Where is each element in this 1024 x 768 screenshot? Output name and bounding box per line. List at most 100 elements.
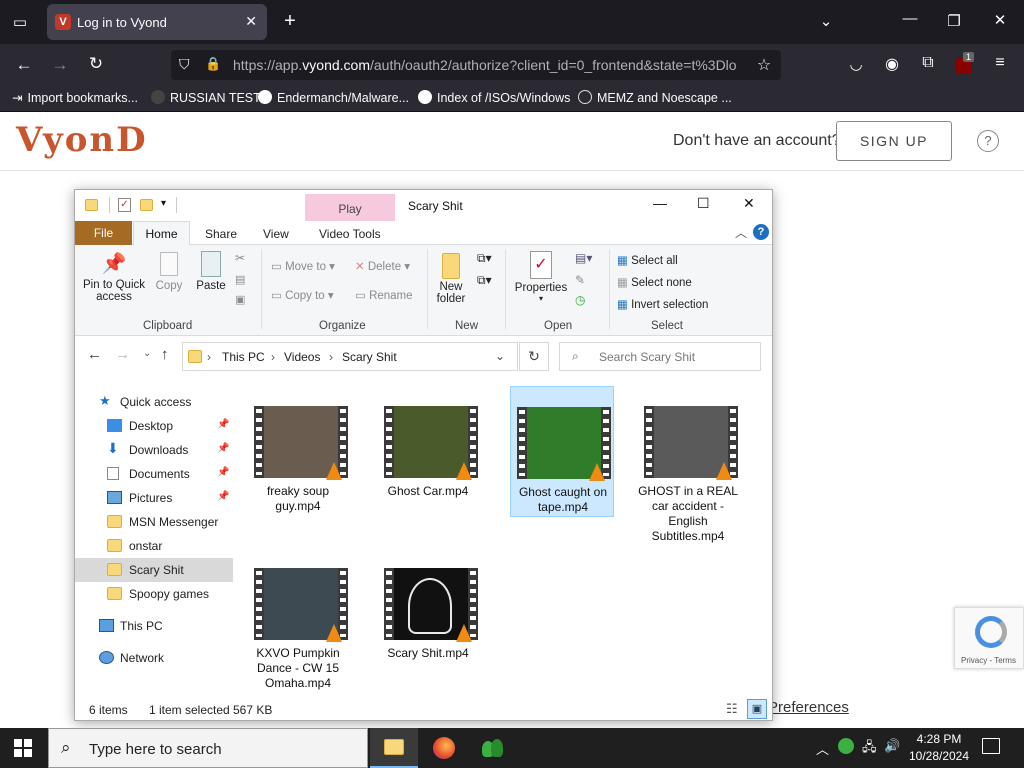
invert-selection-button[interactable]: ▦ Invert selection	[617, 297, 708, 311]
address-bar[interactable]: › This PC › Videos › Scary Shit ⌄	[182, 342, 518, 371]
minimize-icon[interactable]: —	[653, 195, 667, 211]
copy-to-button[interactable]: ▭ Copy to ▾	[271, 288, 334, 302]
lock-icon[interactable]: 🔒	[205, 56, 221, 72]
tab-list-icon[interactable]: ▭	[10, 13, 30, 31]
breadcrumb-videos[interactable]: Videos	[284, 350, 320, 364]
bookmark-star-icon[interactable]: ☆	[754, 55, 774, 75]
maximize-icon[interactable]: ☐	[697, 195, 710, 212]
recaptcha-terms[interactable]: Privacy - Terms	[961, 656, 1016, 665]
breadcrumb-scary-shit[interactable]: Scary Shit	[342, 350, 397, 364]
nav-scary-shit[interactable]: Scary Shit	[75, 558, 233, 582]
tab-video-tools[interactable]: Video Tools	[319, 227, 381, 241]
taskbar-search[interactable]: ⌕ Type here to search	[48, 728, 368, 768]
bookmark-endermanch[interactable]: Endermanch/Malware...	[258, 90, 409, 105]
close-tab-icon[interactable]: ✕	[245, 13, 257, 30]
new-item-icon[interactable]: ⧉▾	[477, 251, 492, 266]
tracking-shield-icon[interactable]: ⛉	[179, 56, 190, 73]
copy-button[interactable]: Copy	[153, 249, 185, 292]
file-item[interactable]: Ghost Car.mp4	[376, 398, 480, 518]
breadcrumb-this-pc[interactable]: This PC	[222, 350, 265, 364]
rename-button[interactable]: ▭ Rename	[355, 288, 413, 302]
volume-icon[interactable]: 🔊	[884, 738, 900, 754]
notifications-icon[interactable]	[982, 738, 1000, 754]
tab-share[interactable]: Share	[205, 227, 237, 241]
url-text[interactable]: https://app.vyond.com/auth/oauth2/author…	[233, 57, 773, 73]
delete-button[interactable]: ✕ Delete ▾	[355, 259, 410, 273]
list-all-tabs-icon[interactable]: ⌄	[816, 12, 836, 30]
bookmark-isos[interactable]: Index of /ISOs/Windows	[418, 90, 570, 105]
firefox-icon[interactable]	[433, 737, 455, 759]
close-icon[interactable]: ✕	[743, 195, 755, 212]
forward-icon[interactable]: →	[115, 346, 130, 363]
browser-tab[interactable]: V Log in to Vyond ✕	[47, 4, 267, 40]
easy-access-icon[interactable]: ⧉▾	[477, 273, 492, 288]
tab-file[interactable]: File	[75, 221, 132, 245]
edit-icon[interactable]: ✎	[575, 273, 585, 287]
paste-button[interactable]: Paste	[193, 249, 229, 292]
refresh-icon[interactable]: ↻	[519, 342, 549, 371]
taskbar-file-explorer[interactable]	[370, 728, 418, 768]
file-item[interactable]: freaky soup guy.mp4	[246, 398, 350, 518]
help-icon[interactable]: ?	[753, 224, 769, 240]
sign-up-button[interactable]: SIGN UP	[836, 121, 952, 161]
tab-home[interactable]: Home	[133, 221, 190, 246]
search-box[interactable]: ⌕ Search Scary Shit	[559, 342, 761, 371]
pocket-icon[interactable]: ◡	[846, 55, 866, 73]
file-item-selected[interactable]: Ghost caught on tape.mp4	[510, 386, 614, 517]
close-window-icon[interactable]: ✕	[990, 11, 1010, 29]
file-item[interactable]: KXVO Pumpkin Dance - CW 15 Omaha.mp4	[246, 560, 350, 690]
copy-path-icon[interactable]: ▤	[235, 273, 245, 286]
collapse-ribbon-icon[interactable]: ︿	[735, 224, 747, 241]
windows-start-icon[interactable]	[14, 739, 32, 757]
pin-quick-access-button[interactable]: 📌 Pin to Quick access	[81, 249, 147, 303]
network-tray-icon[interactable]: 🖧	[862, 738, 877, 760]
paste-shortcut-icon[interactable]: ▣	[235, 293, 245, 306]
taskbar-clock[interactable]: 4:28 PM 10/28/2024	[904, 731, 974, 765]
help-icon[interactable]: ?	[977, 130, 999, 152]
history-icon[interactable]: ◷	[575, 293, 585, 307]
bookmark-import[interactable]: ⇥ Import bookmarks...	[12, 90, 138, 105]
nav-desktop[interactable]: Desktop 📌	[75, 414, 233, 438]
account-icon[interactable]: ◉	[882, 54, 902, 74]
menu-icon[interactable]: ≡	[990, 54, 1010, 72]
cut-icon[interactable]: ✂	[235, 251, 245, 265]
nav-onstar[interactable]: onstar	[75, 534, 233, 558]
vyond-logo[interactable]: VyonD	[16, 120, 148, 160]
nav-spoopy-games[interactable]: Spoopy games	[75, 582, 233, 606]
address-history-icon[interactable]: ⌄	[495, 349, 505, 363]
back-icon[interactable]: ←	[87, 346, 102, 363]
new-folder-button[interactable]: New folder	[431, 249, 471, 305]
explorer-title-bar[interactable]: ✓ ▾ Play Scary Shit — ☐ ✕	[75, 190, 772, 221]
nav-pictures[interactable]: Pictures 📌	[75, 486, 233, 510]
ublock-icon[interactable]: 1	[954, 52, 975, 74]
bookmark-memz[interactable]: MEMZ and Noescape ...	[578, 90, 732, 105]
new-tab-icon[interactable]: +	[280, 10, 300, 33]
preferences-link[interactable]: Preferences	[768, 699, 849, 716]
show-hidden-icons[interactable]: ︿	[816, 739, 829, 758]
file-item[interactable]: GHOST in a REAL car accident - English S…	[636, 398, 740, 548]
msn-tray-icon[interactable]	[838, 738, 854, 754]
new-folder-qa-icon[interactable]	[140, 199, 153, 211]
bookmark-russian-test[interactable]: RUSSIAN TEST	[151, 90, 261, 105]
nav-documents[interactable]: Documents 📌	[75, 462, 233, 486]
nav-quick-access[interactable]: ★ Quick access	[75, 390, 233, 414]
open-icon[interactable]: ▤▾	[575, 251, 592, 265]
nav-downloads[interactable]: ⬇ Downloads 📌	[75, 438, 233, 462]
extensions-icon[interactable]: ⧉	[918, 54, 938, 72]
up-icon[interactable]: ↑	[161, 346, 169, 363]
nav-network[interactable]: Network	[75, 646, 233, 670]
url-bar[interactable]: ⛉ 🔒 https://app.vyond.com/auth/oauth2/au…	[171, 50, 781, 80]
back-arrow-icon[interactable]: ←	[14, 55, 34, 75]
file-item[interactable]: Scary Shit.mp4	[376, 560, 480, 670]
recaptcha-badge[interactable]: Privacy - Terms	[954, 607, 1024, 669]
forward-arrow-icon[interactable]: →	[50, 55, 70, 75]
nav-msn-messenger[interactable]: MSN Messenger	[75, 510, 233, 534]
msn-messenger-icon[interactable]	[480, 737, 506, 759]
nav-this-pc[interactable]: This PC	[75, 614, 233, 638]
select-all-button[interactable]: ▦ Select all	[617, 253, 678, 267]
minimize-window-icon[interactable]: —	[900, 10, 920, 27]
recent-locations-icon[interactable]: ⌄	[143, 348, 151, 359]
select-none-button[interactable]: ▦ Select none	[617, 275, 692, 289]
restore-window-icon[interactable]: ❐	[944, 12, 964, 30]
details-view-icon[interactable]: ☷	[726, 701, 738, 717]
